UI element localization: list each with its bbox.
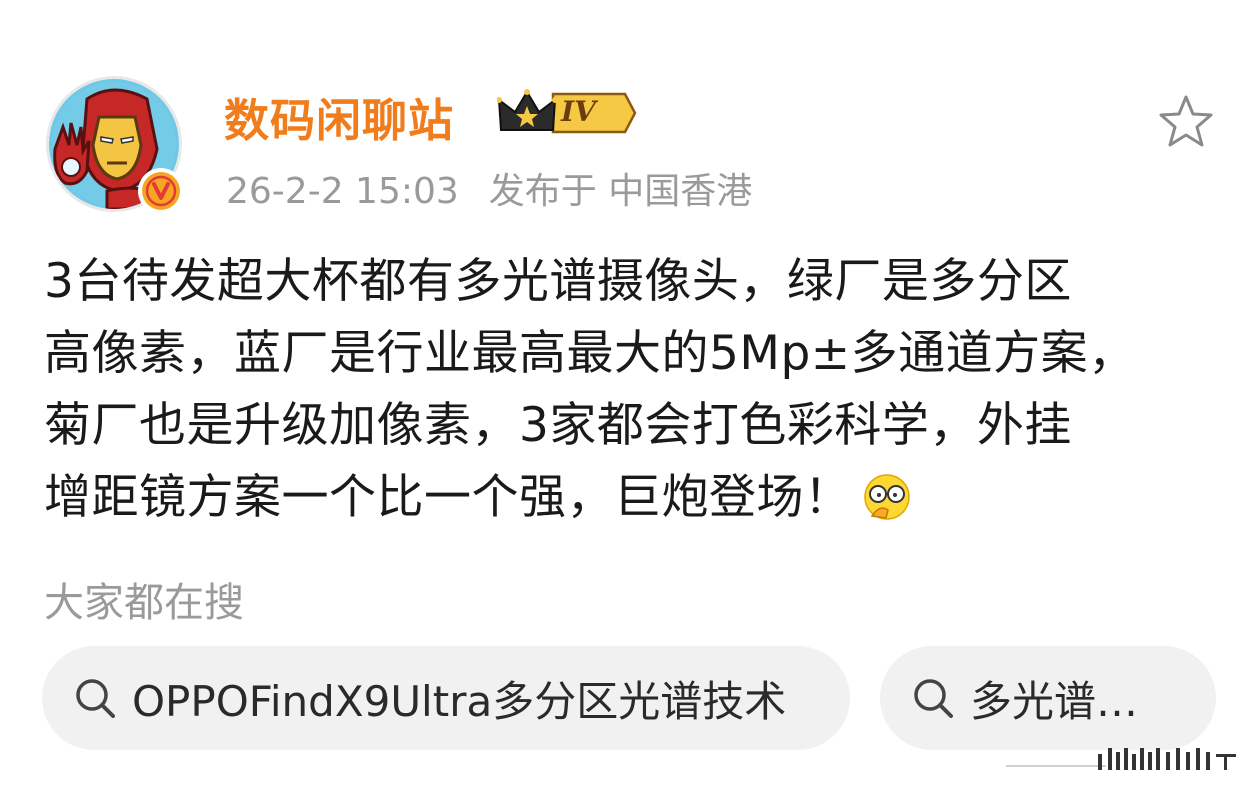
search-section-label: 大家都在搜 (44, 580, 244, 626)
search-chip[interactable]: 多光谱… (880, 646, 1216, 750)
author-name[interactable]: 数码闲聊站 (224, 84, 454, 149)
post-body: 3台待发超大杯都有多光谱摄像头，绿厂是多分区 高像素，蓝厂是行业最高最大的5Mp… (44, 246, 1224, 534)
post-text-line: 高像素，蓝厂是行业最高最大的5Mp±多通道方案， (44, 326, 1136, 381)
post-text-line: 菊厂也是升级加像素，3家都会打色彩科学，外挂 (44, 398, 1072, 453)
post-text-line-last: 增距镜方案一个比一个强，巨炮登场！ (44, 462, 1224, 534)
search-icon (76, 679, 115, 718)
watermark-logo (1006, 748, 1236, 770)
glasses-emoji-icon (863, 473, 910, 520)
post-text-line: 增距镜方案一个比一个强，巨炮登场！ (44, 470, 852, 525)
post-text-line: 3台待发超大杯都有多光谱摄像头，绿厂是多分区 (44, 254, 1072, 309)
post-timestamp: 26-2-2 15:03 (226, 171, 459, 212)
star-outline-icon[interactable] (1156, 92, 1216, 152)
search-icon (914, 679, 953, 718)
level-text: IV (561, 95, 596, 128)
post-meta: 26-2-2 15:03 发布于 中国香港 (226, 162, 752, 214)
post-location: 发布于 中国香港 (488, 171, 753, 212)
post-card: 数码闲聊站 IV 26-2-2 15:03 发布于 中国香港 3台待发超大杯都有多… (0, 0, 1260, 774)
search-chip-text: 多光谱… (970, 676, 1139, 726)
search-chip-text: OPPOFindX9Ultra多分区光谱技术 (132, 676, 787, 726)
verified-v-icon (138, 168, 184, 214)
search-chip[interactable]: OPPOFindX9Ultra多分区光谱技术 (42, 646, 850, 750)
level-badge: IV (496, 86, 637, 140)
author-avatar[interactable] (46, 76, 184, 214)
